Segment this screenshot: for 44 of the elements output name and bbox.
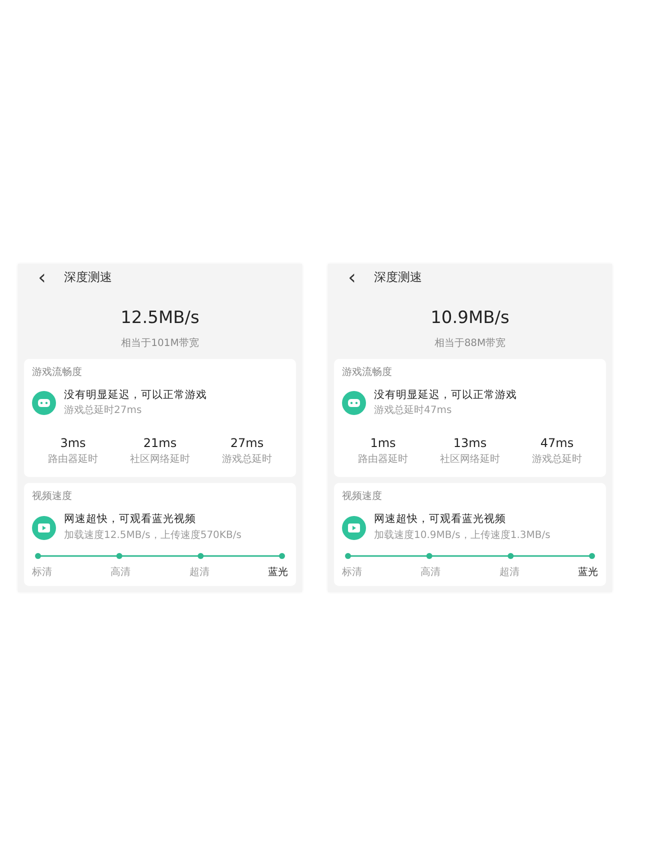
stat-value: 13ms (452, 435, 488, 452)
stat-value: 1ms (369, 435, 397, 452)
quality-label: 超清 (499, 566, 520, 580)
speed-value: 10.9MB/s (430, 307, 510, 330)
quality-label: 高清 (420, 566, 441, 580)
stat-label: 社区网络延时 (440, 452, 500, 468)
stat-value: 21ms (142, 435, 178, 452)
speed-detail: 加载速度10.9MB/s，上传速度1.3MB/s (374, 528, 550, 543)
quality-label: 蓝光 (578, 566, 598, 580)
stat-value: 27ms (229, 435, 265, 452)
card-heading: 视频速度 (32, 490, 73, 504)
bandwidth-text: 相当于88M带宽 (433, 336, 507, 350)
verdict-text: 没有明显延迟，可以正常游戏 (374, 388, 517, 402)
quality-label: 蓝光 (268, 566, 288, 580)
play-icon (342, 516, 366, 540)
gamepad-icon (32, 390, 56, 415)
speed-detail: 加载速度12.5MB/s，上传速度570KB/s (64, 528, 242, 543)
verdict-text: 网速超快，可观看蓝光视频 (64, 512, 197, 528)
latency-detail: 游戏总延时27ms (64, 404, 143, 418)
verdict-text: 没有明显延迟，可以正常游戏 (64, 388, 207, 402)
play-icon (32, 516, 56, 540)
screen-title: 深度测速 (64, 269, 112, 286)
stat-value: 47ms (539, 435, 575, 452)
card-heading: 游戏流畅度 (342, 366, 393, 380)
back-button[interactable]: ‹ (38, 267, 46, 287)
stat-label: 路由器延时 (48, 452, 98, 468)
screen-title: 深度测速 (374, 269, 422, 286)
back-button[interactable]: ‹ (348, 267, 356, 287)
latency-detail: 游戏总延时47ms (374, 404, 453, 418)
stat-label: 游戏总延时 (222, 452, 272, 468)
stat-label: 路由器延时 (358, 452, 408, 468)
gamepad-icon (342, 390, 366, 415)
bandwidth-text: 相当于101M带宽 (120, 336, 200, 350)
quality-label: 高清 (110, 566, 131, 580)
card-heading: 视频速度 (342, 490, 383, 504)
stat-label: 游戏总延时 (532, 452, 582, 468)
card-heading: 游戏流畅度 (32, 366, 83, 380)
quality-label: 标清 (342, 566, 362, 580)
stat-value: 3ms (59, 435, 87, 452)
quality-label: 超清 (189, 566, 210, 580)
quality-label: 标清 (32, 566, 52, 580)
verdict-text: 网速超快，可观看蓝光视频 (374, 512, 507, 528)
speed-value: 12.5MB/s (120, 307, 200, 330)
stat-label: 社区网络延时 (130, 452, 190, 468)
